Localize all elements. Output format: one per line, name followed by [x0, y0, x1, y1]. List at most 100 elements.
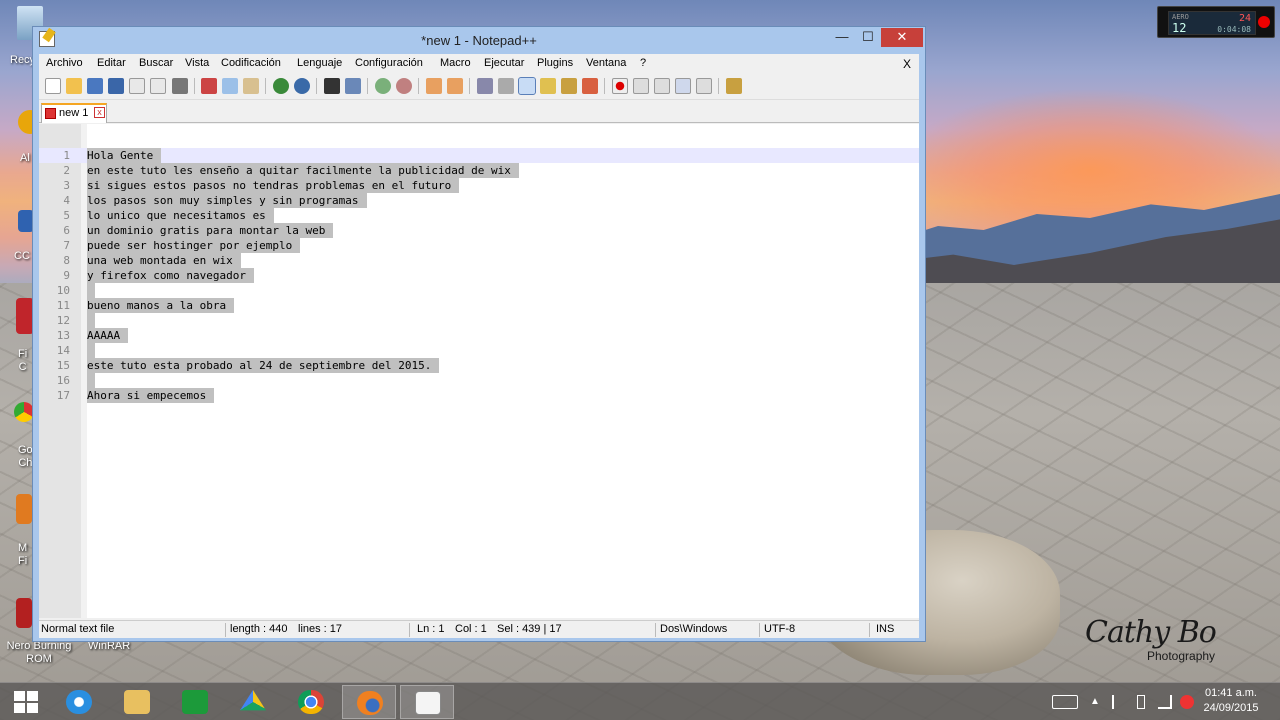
editor-line[interactable]: 12 [39, 313, 919, 328]
menu-macro[interactable]: Macro [440, 57, 471, 69]
screen-recorder-widget[interactable]: AERO 12 24 0:04:08 [1157, 6, 1275, 38]
menu-configuracion[interactable]: Configuración [355, 57, 423, 69]
line-text[interactable] [87, 313, 95, 328]
new-file-icon[interactable] [45, 78, 61, 94]
copy-icon[interactable] [222, 78, 238, 94]
action-center-flag-icon[interactable] [1112, 695, 1126, 709]
store-taskbar-button[interactable] [168, 685, 222, 719]
word-wrap-icon[interactable] [477, 78, 493, 94]
paste-icon[interactable] [243, 78, 259, 94]
editor-line[interactable]: 4 los pasos son muy simples y sin program… [39, 193, 919, 208]
record-icon[interactable] [1258, 16, 1270, 28]
line-text[interactable]: bueno manos a la obra [87, 298, 235, 313]
editor-line[interactable]: 8 una web montada en wix [39, 253, 919, 268]
close-file-icon[interactable] [129, 78, 145, 94]
zoom-in-icon[interactable] [375, 78, 391, 94]
menu-lenguaje[interactable]: Lenguaje [297, 57, 342, 69]
menu-ejecutar[interactable]: Ejecutar [484, 57, 524, 69]
show-all-characters-icon[interactable] [498, 78, 514, 94]
editor-line[interactable]: 16 [39, 373, 919, 388]
save-icon[interactable] [87, 78, 103, 94]
line-text[interactable] [87, 343, 95, 358]
line-text[interactable]: si sigues estos pasos no tendras problem… [87, 178, 460, 193]
editor-line[interactable]: 5 lo unico que necesitamos es [39, 208, 919, 223]
zoom-out-icon[interactable] [396, 78, 412, 94]
line-text[interactable]: un dominio gratis para montar la web [87, 223, 334, 238]
menu-buscar[interactable]: Buscar [139, 57, 173, 69]
editor-line[interactable]: 3 si sigues estos pasos no tendras proble… [39, 178, 919, 193]
maximize-button[interactable]: ☐ [855, 28, 881, 47]
line-text[interactable]: los pasos son muy simples y sin programa… [87, 193, 367, 208]
document-map-icon[interactable] [561, 78, 577, 94]
line-text[interactable]: en este tuto les enseño a quitar facilme… [87, 163, 519, 178]
play-macro-icon[interactable] [654, 78, 670, 94]
notepad-plus-plus-taskbar-button[interactable] [400, 685, 454, 719]
line-text[interactable]: puede ser hostinger por ejemplo [87, 238, 301, 253]
replace-icon[interactable] [345, 78, 361, 94]
stop-macro-icon[interactable] [633, 78, 649, 94]
editor-line[interactable]: 13 AAAAA [39, 328, 919, 343]
function-list-icon[interactable] [582, 78, 598, 94]
indent-guide-icon[interactable] [518, 77, 536, 95]
file-explorer-taskbar-button[interactable] [110, 685, 164, 719]
editor-line[interactable]: 10 [39, 283, 919, 298]
keyboard-icon[interactable] [1052, 695, 1078, 709]
line-text[interactable]: una web montada en wix [87, 253, 241, 268]
battery-icon[interactable] [1137, 695, 1145, 709]
internet-explorer-taskbar-button[interactable] [52, 685, 106, 719]
menu-ventana[interactable]: Ventana [586, 57, 626, 69]
find-icon[interactable] [324, 78, 340, 94]
menu-codificacion[interactable]: Codificación [221, 57, 281, 69]
close-document-button[interactable]: X [903, 57, 911, 71]
save-all-icon[interactable] [108, 78, 124, 94]
editor-line[interactable]: 14 [39, 343, 919, 358]
editor-line[interactable]: 9 y firefox como navegador [39, 268, 919, 283]
volume-muted-icon[interactable] [1180, 695, 1194, 709]
editor-line[interactable]: 17 Ahora si empecemos [39, 388, 919, 403]
show-hidden-icons-icon[interactable]: ▲ [1090, 695, 1104, 709]
chrome-taskbar-button[interactable] [284, 685, 338, 719]
line-text[interactable]: este tuto esta probado al 24 de septiemb… [87, 358, 440, 373]
start-button[interactable] [14, 691, 38, 713]
line-text[interactable]: Ahora si empecemos [87, 388, 215, 403]
editor-line[interactable]: 1 Hola Gente [39, 148, 919, 163]
open-file-icon[interactable] [66, 78, 82, 94]
close-all-icon[interactable] [150, 78, 166, 94]
line-text[interactable]: lo unico que necesitamos es [87, 208, 274, 223]
line-text[interactable] [87, 373, 95, 388]
text-editor[interactable]: 1 Hola Gente 2 en este tuto les enseño a qu… [39, 124, 919, 618]
editor-line[interactable]: 11 bueno manos a la obra [39, 298, 919, 313]
google-drive-taskbar-button[interactable] [226, 685, 280, 719]
menu-archivo[interactable]: Archivo [46, 57, 83, 69]
menu-plugins[interactable]: Plugins [537, 57, 573, 69]
taskbar-clock[interactable]: 01:41 a.m. 24/09/2015 [1196, 686, 1266, 716]
editor-line[interactable]: 7 puede ser hostinger por ejemplo [39, 238, 919, 253]
firefox-taskbar-button[interactable] [342, 685, 396, 719]
sync-horizontal-icon[interactable] [447, 78, 463, 94]
line-text[interactable]: AAAAA [87, 328, 129, 343]
title-bar[interactable]: *new 1 - Notepad++ — ☐ ✕ [33, 27, 925, 51]
close-tab-icon[interactable]: x [94, 107, 105, 118]
network-icon[interactable] [1158, 695, 1172, 709]
user-defined-language-icon[interactable] [540, 78, 556, 94]
line-text[interactable]: y firefox como navegador [87, 268, 254, 283]
cut-icon[interactable] [201, 78, 217, 94]
menu-vista[interactable]: Vista [185, 57, 209, 69]
editor-line[interactable]: 2 en este tuto les enseño a quitar facilm… [39, 163, 919, 178]
editor-line[interactable]: 6 un dominio gratis para montar la web [39, 223, 919, 238]
menu-help[interactable]: ? [640, 57, 646, 69]
minimize-button[interactable]: — [829, 28, 855, 47]
menu-editar[interactable]: Editar [97, 57, 126, 69]
record-macro-icon[interactable] [612, 78, 628, 94]
print-icon[interactable] [172, 78, 188, 94]
run-macro-multiple-icon[interactable] [675, 78, 691, 94]
redo-icon[interactable] [294, 78, 310, 94]
plugin-icon[interactable] [726, 78, 742, 94]
line-text[interactable] [87, 283, 95, 298]
close-window-button[interactable]: ✕ [881, 28, 923, 47]
editor-line[interactable]: 15 este tuto esta probado al 24 de septie… [39, 358, 919, 373]
line-text[interactable]: Hola Gente [87, 148, 162, 163]
tab-new-1[interactable]: new 1 x [41, 103, 107, 123]
save-macro-icon[interactable] [696, 78, 712, 94]
sync-vertical-icon[interactable] [426, 78, 442, 94]
